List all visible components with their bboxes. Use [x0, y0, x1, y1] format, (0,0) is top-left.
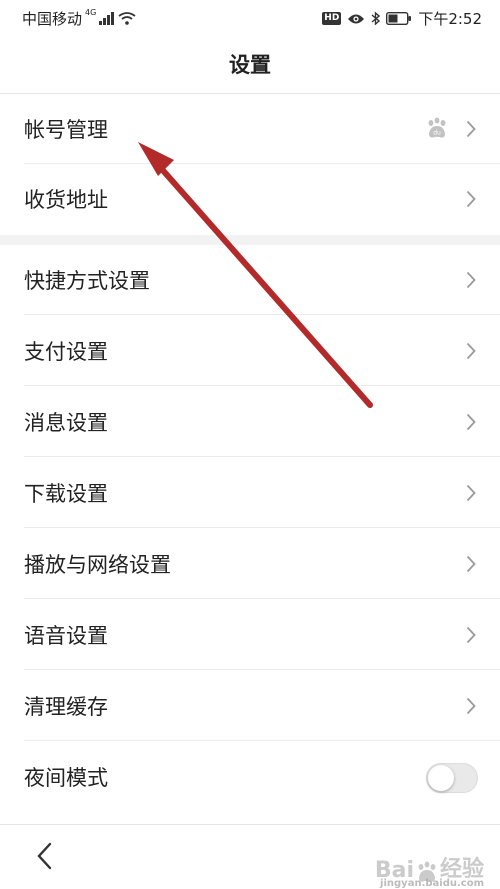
settings-item-messages[interactable]: 消息设置 [0, 387, 500, 457]
night-mode-toggle[interactable] [426, 763, 478, 793]
chevron-right-icon [466, 271, 476, 289]
settings-item-voice[interactable]: 语音设置 [0, 600, 500, 670]
bottom-bar: Bai 经验 jingyan.baidu.com [0, 824, 500, 889]
chevron-right-icon [466, 120, 476, 138]
settings-item-label: 收货地址 [24, 188, 108, 212]
divider [24, 598, 500, 599]
settings-item-address[interactable]: 收货地址 [0, 164, 500, 234]
settings-item-label: 清理缓存 [24, 695, 108, 719]
settings-item-clear-cache[interactable]: 清理缓存 [0, 671, 500, 741]
divider [24, 740, 500, 741]
settings-item-download[interactable]: 下载设置 [0, 458, 500, 528]
svg-text:du: du [433, 130, 441, 137]
settings-item-night-mode: 夜间模式 [0, 742, 500, 812]
baidu-paw-icon: du [428, 117, 446, 138]
settings-item-label: 下载设置 [24, 482, 108, 506]
status-right: HD 下午2:52 [322, 8, 482, 29]
chevron-right-icon [466, 413, 476, 431]
settings-item-account[interactable]: 帐号管理 du [0, 94, 500, 164]
signal-icon [99, 12, 115, 25]
chevron-right-icon [466, 626, 476, 644]
network-type: 4G [85, 8, 97, 17]
chevron-right-icon [466, 190, 476, 208]
battery-icon [386, 12, 412, 25]
settings-item-playback-network[interactable]: 播放与网络设置 [0, 529, 500, 599]
settings-item-payment[interactable]: 支付设置 [0, 316, 500, 386]
status-bar: 中国移动 4G HD 下午2:52 [0, 0, 500, 36]
settings-item-shortcut[interactable]: 快捷方式设置 [0, 245, 500, 315]
chevron-left-icon[interactable] [30, 839, 64, 873]
divider [24, 314, 500, 315]
divider [24, 385, 500, 386]
baidu-jingyan-watermark: Bai 经验 jingyan.baidu.com [375, 851, 484, 889]
chevron-right-icon [466, 555, 476, 573]
settings-item-label: 消息设置 [24, 411, 108, 435]
divider [24, 669, 500, 670]
settings-item-label: 帐号管理 [24, 118, 108, 142]
chevron-right-icon [466, 697, 476, 715]
divider [24, 527, 500, 528]
settings-item-label: 支付设置 [24, 340, 108, 364]
wifi-icon [118, 12, 136, 25]
chevron-right-icon [466, 484, 476, 502]
section-gap [0, 235, 500, 245]
settings-item-label: 语音设置 [24, 624, 108, 648]
status-left: 中国移动 4G [22, 8, 136, 29]
toggle-knob [428, 765, 454, 791]
divider [24, 456, 500, 457]
settings-item-label: 夜间模式 [24, 766, 108, 790]
settings-item-label: 播放与网络设置 [24, 553, 171, 577]
bluetooth-icon [371, 11, 381, 26]
chevron-right-icon [466, 342, 476, 360]
clock: 下午2:52 [418, 10, 482, 28]
watermark-url: jingyan.baidu.com [380, 878, 484, 889]
page-title: 设置 [0, 36, 500, 94]
settings-item-label: 快捷方式设置 [24, 269, 150, 293]
eye-icon [348, 14, 365, 23]
carrier-name: 中国移动 [22, 10, 83, 28]
hd-badge: HD [322, 12, 342, 25]
